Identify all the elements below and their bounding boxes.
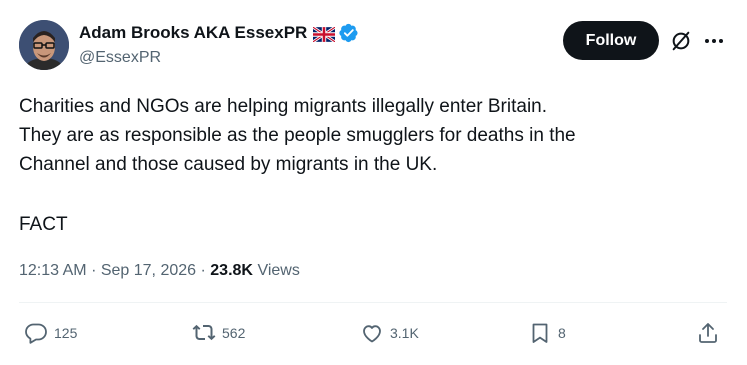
- bookmark-count: 8: [558, 325, 566, 341]
- verified-badge-icon[interactable]: [339, 23, 359, 43]
- meta-separator: ·: [200, 262, 206, 279]
- follow-button[interactable]: Follow: [563, 21, 659, 60]
- share-icon: [699, 323, 717, 343]
- divider: [19, 302, 727, 303]
- more-icon[interactable]: [703, 31, 725, 51]
- tweet-text-line: Channel and those caused by migrants in …: [19, 154, 438, 175]
- bookmark-icon: [532, 323, 548, 343]
- tweet-text-line: They are as responsible as the people sm…: [19, 125, 576, 146]
- views-label: Views: [257, 262, 300, 279]
- author-name-row[interactable]: Adam Brooks AKA EssexPR: [79, 22, 359, 44]
- repost-button[interactable]: 562: [192, 321, 245, 345]
- tweet-text-fact: FACT: [19, 214, 68, 235]
- reply-count: 125: [54, 325, 78, 341]
- reply-button[interactable]: 125: [24, 321, 77, 345]
- like-button[interactable]: 3.1K: [360, 321, 419, 345]
- author-handle[interactable]: @EssexPR: [79, 48, 161, 68]
- heart-icon: [363, 325, 381, 343]
- avatar[interactable]: [19, 20, 69, 70]
- views-count: 23.8K: [210, 262, 253, 279]
- tweet-text-line: Charities and NGOs are helping migrants …: [19, 96, 548, 117]
- tweet-meta: 12:13 AM · Sep 17, 2026 · 23.8K Views: [19, 260, 300, 282]
- repost-count: 562: [222, 325, 246, 341]
- share-button[interactable]: [696, 321, 720, 345]
- author-display-name[interactable]: Adam Brooks AKA EssexPR: [79, 22, 307, 44]
- tweet-card: Adam Brooks AKA EssexPR @EssexPR Follow: [0, 0, 747, 365]
- meta-separator: ·: [91, 262, 97, 279]
- tweet-date[interactable]: Sep 17, 2026: [101, 262, 196, 279]
- uk-flag-icon: [312, 25, 337, 43]
- like-count: 3.1K: [390, 325, 419, 341]
- repost-icon: [192, 324, 216, 341]
- reply-icon: [25, 323, 47, 344]
- tweet-time[interactable]: 12:13 AM: [19, 262, 87, 279]
- grok-icon[interactable]: [670, 30, 692, 52]
- tweet-text: Charities and NGOs are helping migrants …: [19, 92, 729, 179]
- bookmark-button[interactable]: 8: [528, 321, 566, 345]
